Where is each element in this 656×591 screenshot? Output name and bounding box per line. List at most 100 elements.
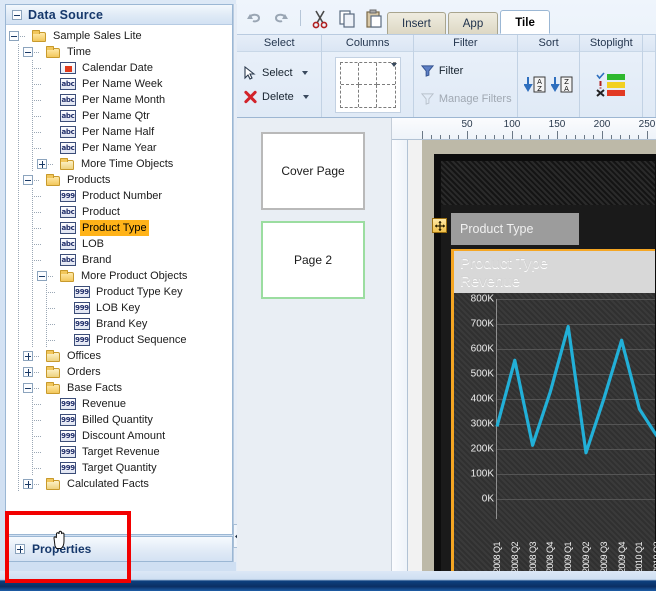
tree-item[interactable]: abc Brand [6, 252, 232, 268]
tree-guides [6, 476, 44, 492]
x-axis-tick-label: 2010 Q1 [634, 541, 645, 571]
tree-item[interactable]: abc Per Name Half [6, 124, 232, 140]
page-surface[interactable]: Product Type Product Type Revenue 0K 100K… [422, 140, 656, 571]
tree-item[interactable]: 999 Revenue [6, 396, 232, 412]
y-axis-tick-label: 600K [470, 343, 494, 355]
chevron-down-icon[interactable] [302, 94, 309, 99]
tree-item-label: Product [82, 206, 120, 218]
tree-item[interactable]: More Time Objects [6, 156, 232, 172]
tree-item[interactable]: 999 Brand Key [6, 316, 232, 332]
numeric-field-icon: 999 [60, 398, 76, 410]
tree-item[interactable]: 999 Target Quantity [6, 460, 232, 476]
tree-item[interactable]: abc Per Name Month [6, 92, 232, 108]
tree-guides [6, 204, 58, 220]
delete-button[interactable]: Delete [242, 86, 311, 108]
filter-button[interactable]: Filter [419, 60, 465, 82]
tree-item[interactable]: Calendar Date [6, 60, 232, 76]
column-grid-icon[interactable] [334, 56, 401, 113]
data-source-title: Data Source [28, 7, 104, 22]
minus-box-icon[interactable] [23, 175, 33, 185]
redo-icon[interactable] [270, 7, 292, 29]
ruler-label: 150 [548, 119, 566, 130]
data-source-header[interactable]: Data Source [6, 5, 232, 25]
tree-item[interactable]: 999 Product Sequence [6, 332, 232, 348]
minus-box-icon[interactable] [23, 47, 33, 57]
page-thumbnail[interactable]: Page 2 [261, 221, 365, 299]
tree-item[interactable]: abc Per Name Qtr [6, 108, 232, 124]
text-field-icon: abc [60, 238, 76, 250]
chevron-down-icon[interactable] [301, 70, 308, 75]
ruler-tick [611, 135, 612, 139]
tree-item[interactable]: 999 Product Type Key [6, 284, 232, 300]
tree-item[interactable]: 999 Target Revenue [6, 444, 232, 460]
tree-item[interactable]: 999 Billed Quantity [6, 412, 232, 428]
tree-item[interactable]: abc LOB [6, 236, 232, 252]
ribbon-group-select: Select Select Delete [237, 35, 323, 117]
tree-item[interactable]: 999 LOB Key [6, 300, 232, 316]
group-title-sort: Sort [517, 35, 580, 52]
tab-insert[interactable]: Insert [387, 12, 446, 34]
sort-descending-za-icon[interactable]: Z A [550, 75, 573, 95]
tree-item[interactable]: abc Per Name Year [6, 140, 232, 156]
paste-icon[interactable] [363, 7, 385, 29]
minus-box-icon[interactable] [23, 383, 33, 393]
tree-guides [6, 124, 58, 140]
tab-app[interactable]: App [447, 12, 499, 34]
ruler-tick [647, 131, 648, 139]
tile-frame[interactable]: Product Type Product Type Revenue 0K 100K… [432, 154, 656, 571]
plus-box-icon[interactable] [37, 159, 47, 169]
tree-guides [6, 220, 58, 236]
tree-item[interactable]: Products [6, 172, 232, 188]
ribbon-tabs: Insert App Tile [387, 10, 552, 34]
tab-tile[interactable]: Tile [500, 10, 550, 34]
x-axis-tick-label: 2009 Q2 [581, 541, 591, 571]
tree-item[interactable]: Base Facts [6, 380, 232, 396]
ruler-tick [548, 135, 549, 139]
data-source-tree[interactable]: Sample Sales Lite Time Calendar Date abc Per… [6, 26, 232, 534]
plus-box-icon[interactable] [23, 351, 33, 361]
numeric-field-icon: 999 [74, 302, 90, 314]
tree-item[interactable]: Time [6, 44, 232, 60]
x-axis-tick-label: 2008 Q2 [509, 541, 520, 571]
tree-item-label: Product Type [80, 220, 149, 236]
minus-box-icon[interactable] [37, 271, 47, 281]
plus-box-icon[interactable] [15, 544, 25, 554]
group-title-columns: Columns [322, 35, 413, 52]
undo-icon[interactable] [243, 7, 265, 29]
tree-item[interactable]: Offices [6, 348, 232, 364]
tree-item[interactable]: Sample Sales Lite [6, 28, 232, 44]
tree-item[interactable]: Calculated Facts [6, 476, 232, 492]
select-button[interactable]: Select [242, 62, 310, 84]
funnel-icon [420, 65, 434, 77]
tree-item[interactable]: abc Product [6, 204, 232, 220]
plus-box-icon[interactable] [23, 479, 33, 489]
chevron-down-icon[interactable] [390, 62, 397, 67]
ruler-label: 100 [503, 119, 521, 130]
text-field-icon: abc [60, 222, 76, 234]
ruler-tick [575, 135, 576, 139]
properties-bar[interactable]: Properties [5, 536, 233, 562]
plus-box-icon[interactable] [23, 367, 33, 377]
tree-item[interactable]: Orders [6, 364, 232, 380]
tree-item-label: Target Quantity [82, 462, 157, 474]
move-cross-icon[interactable] [432, 218, 447, 233]
copy-icon[interactable] [336, 7, 358, 29]
manage-filters-button[interactable]: Manage Filters [419, 88, 514, 110]
tree-item-label: Discount Amount [82, 430, 166, 442]
stoplight-icon[interactable] [596, 71, 626, 98]
sort-ascending-az-icon[interactable]: A Z [523, 75, 546, 95]
chart-container[interactable]: Product Type Revenue 0K 100K 200K 300K 400K 5… [451, 249, 656, 571]
page-thumbnail[interactable]: Cover Page [261, 132, 365, 210]
tree-item[interactable]: abc Per Name Week [6, 76, 232, 92]
tree-item[interactable]: abc Product Type [6, 220, 232, 236]
minus-box-icon[interactable] [12, 9, 22, 20]
tile-header-label[interactable]: Product Type [451, 213, 579, 245]
tree-item[interactable]: 999 Product Number [6, 188, 232, 204]
cut-icon[interactable] [309, 7, 331, 29]
minus-box-icon[interactable] [9, 31, 19, 41]
tree-item[interactable]: More Product Objects [6, 268, 232, 284]
tile-top-strip [441, 161, 655, 205]
tree-item[interactable]: 999 Discount Amount [6, 428, 232, 444]
ribbon-groups: Select Select Delete Columns Filter Filt… [237, 34, 656, 117]
x-axis-tick-label: 2010 Q2 [652, 541, 656, 571]
